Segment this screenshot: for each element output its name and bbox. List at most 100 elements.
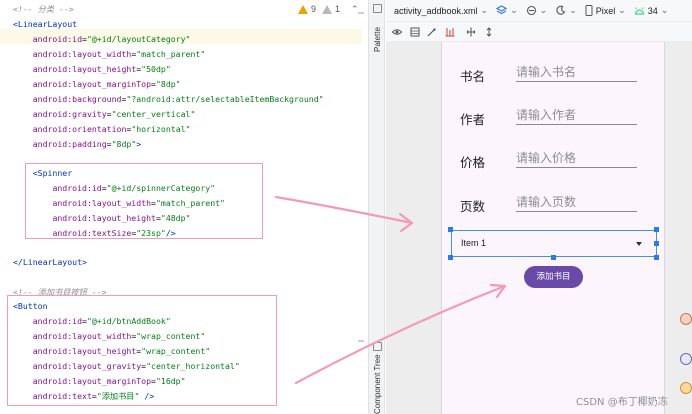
component-tree-icon[interactable] xyxy=(373,342,382,351)
code-line: <!-- 分类 --> xyxy=(13,2,74,17)
decorative-sticker xyxy=(680,382,692,394)
resize-handle[interactable] xyxy=(654,241,659,246)
spinner-code-highlight-box xyxy=(25,163,263,239)
night-mode-toggle[interactable]: ⌄ xyxy=(555,5,577,16)
code-token: android:layout_width xyxy=(32,49,132,59)
file-name: activity_addbook.xml xyxy=(394,5,478,16)
code-token: android:id xyxy=(32,34,83,44)
code-token: android:layout_height xyxy=(32,64,137,74)
code-token: "8dp" xyxy=(111,139,137,149)
chevron-down-icon: ⌄ xyxy=(539,5,548,15)
vertical-guideline-icon[interactable] xyxy=(484,27,494,37)
button-code-highlight-box xyxy=(7,295,277,406)
warning-count: 9 xyxy=(311,4,317,14)
pages-input[interactable]: 请输入页数 xyxy=(516,196,637,212)
category-spinner[interactable]: Item 1 xyxy=(451,230,657,257)
component-tree-tab[interactable]: Component Tree xyxy=(373,354,382,414)
code-line: android:id="@+id/layoutCategory" xyxy=(13,32,191,47)
code-token: "center_vertical" xyxy=(111,109,196,119)
device-name: Pixel xyxy=(595,5,616,16)
file-selector[interactable]: activity_addbook.xml ⌄ xyxy=(394,5,488,16)
moon-icon xyxy=(556,5,566,15)
resize-handle[interactable] xyxy=(448,255,453,260)
author-input[interactable]: 请输入作者 xyxy=(516,109,637,125)
editor-scrollbar[interactable] xyxy=(356,18,364,414)
code-token: android:layout_marginTop xyxy=(32,79,152,89)
code-token: "8dp" xyxy=(155,79,181,89)
android-icon xyxy=(634,7,644,15)
eye-icon[interactable] xyxy=(392,27,402,37)
warning-icon xyxy=(298,4,308,14)
code-token: "?android:attr/selectableItemBackground" xyxy=(126,94,324,104)
api-level-selector[interactable]: 34 ⌄ xyxy=(634,5,669,16)
code-token: android:gravity xyxy=(32,109,107,119)
price-label: 价格 xyxy=(460,155,486,170)
design-surface-toggle[interactable]: ⌄ xyxy=(496,5,518,16)
book-title-input[interactable]: 请输入书名 xyxy=(516,66,637,82)
resize-handle[interactable] xyxy=(654,227,659,232)
resize-handle[interactable] xyxy=(551,255,556,260)
code-line: android:layout_height="50dp" xyxy=(13,62,171,77)
scroll-marker xyxy=(358,12,364,14)
add-book-button[interactable]: 添加书目 xyxy=(524,266,583,288)
chevron-down-icon: ⌄ xyxy=(480,5,489,15)
palette-icon[interactable] xyxy=(373,4,382,13)
chevron-down-icon: ⌄ xyxy=(660,5,669,15)
code-line: android:background="?android:attr/select… xyxy=(13,92,324,107)
code-token: android:orientation xyxy=(32,124,127,134)
code-token: <!-- 分类 --> xyxy=(13,4,74,14)
orientation-toggle[interactable]: ⌄ xyxy=(526,5,548,16)
code-token: <LinearLayout xyxy=(13,19,78,29)
code-token: > xyxy=(136,139,142,149)
layout-toolbar xyxy=(386,22,692,42)
horizontal-guideline-icon[interactable] xyxy=(466,27,476,37)
palette-tab[interactable]: Palette xyxy=(373,27,382,52)
xml-code-editor[interactable]: <!-- 分类 --> <LinearLayout android:id="@+i… xyxy=(0,0,368,414)
magic-wand-icon[interactable] xyxy=(427,27,437,37)
device-preview[interactable] xyxy=(441,42,665,414)
baseline-icon[interactable] xyxy=(445,27,455,37)
layers-icon xyxy=(496,5,508,15)
chevron-down-icon: ⌄ xyxy=(618,5,626,15)
api-level: 34 xyxy=(647,5,658,16)
weak-warning-icon xyxy=(322,4,333,14)
chevron-down-icon: ⌄ xyxy=(569,5,577,15)
code-token: </LinearLayout> xyxy=(13,257,87,267)
code-token: "50dp" xyxy=(141,64,171,74)
resize-handle[interactable] xyxy=(448,227,453,232)
code-token: "@+id/layoutCategory" xyxy=(86,34,191,44)
phone-icon xyxy=(585,5,593,16)
margins-icon[interactable] xyxy=(410,27,420,37)
author-label: 作者 xyxy=(460,112,486,127)
price-input[interactable]: 请输入价格 xyxy=(516,152,637,168)
code-line: android:padding="8dp"> xyxy=(13,137,141,152)
device-selector[interactable]: Pixel ⌄ xyxy=(585,5,626,16)
decorative-sticker xyxy=(680,313,692,325)
dropdown-arrow-icon xyxy=(636,242,642,246)
code-token: android:background xyxy=(32,94,122,104)
side-tool-strip: Palette Component Tree xyxy=(368,0,385,414)
decorative-sticker xyxy=(680,353,692,365)
book-title-label: 书名 xyxy=(460,69,486,84)
code-token: "match_parent" xyxy=(136,49,206,59)
spinner-selected-value: Item 1 xyxy=(461,238,487,248)
code-line: android:layout_marginTop="8dp" xyxy=(13,77,181,92)
design-toolbar: activity_addbook.xml ⌄ ⌄ ⌄ ⌄ Pixel ⌄ 34 … xyxy=(386,0,692,22)
code-line: <LinearLayout xyxy=(13,17,77,32)
code-line: android:layout_width="match_parent" xyxy=(13,47,206,62)
pages-label: 页数 xyxy=(460,199,486,214)
weak-warning-count: 1 xyxy=(335,4,341,14)
code-token: "horizontal" xyxy=(131,124,191,134)
code-token: android:padding xyxy=(32,139,107,149)
rotate-icon xyxy=(526,5,536,16)
resize-handle[interactable] xyxy=(654,255,659,260)
watermark: CSDN @布丁椰奶冻 xyxy=(576,397,668,408)
